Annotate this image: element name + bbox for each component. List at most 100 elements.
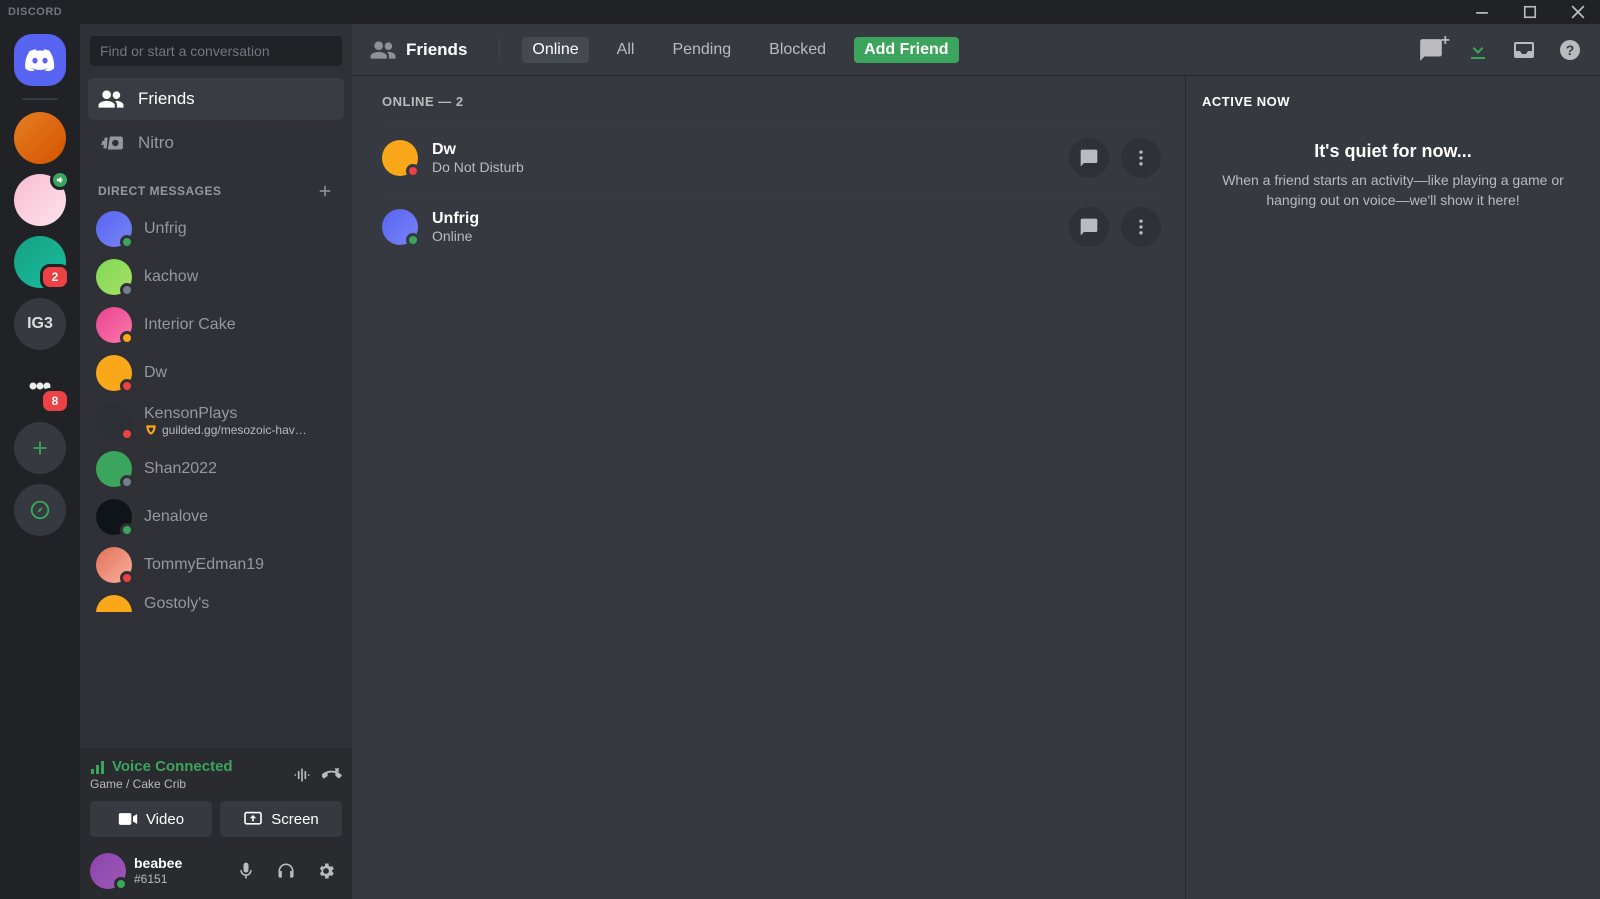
- nitro-nav-label: Nitro: [138, 133, 174, 153]
- message-icon: [1079, 148, 1099, 168]
- dm-sidebar: Friends Nitro DIRECT MESSAGES Unfrig kach…: [80, 24, 352, 899]
- dm-item[interactable]: Dw: [88, 350, 344, 396]
- dm-name: Shan2022: [144, 460, 217, 478]
- download-icon: [1466, 38, 1490, 62]
- friend-name: Dw: [432, 141, 524, 159]
- window-minimize-button[interactable]: [1468, 5, 1496, 19]
- dm-name: TommyEdman19: [144, 556, 264, 574]
- more-icon: [1131, 217, 1151, 237]
- dm-item[interactable]: Interior Cake: [88, 302, 344, 348]
- dm-avatar: [96, 211, 132, 247]
- create-dm-button[interactable]: [316, 182, 334, 200]
- help-button[interactable]: ?: [1558, 38, 1582, 62]
- dm-avatar: [96, 499, 132, 535]
- new-group-dm-button[interactable]: +: [1418, 37, 1444, 63]
- status-icon: [120, 523, 134, 537]
- video-button[interactable]: Video: [90, 801, 212, 837]
- downloads-button[interactable]: [1466, 38, 1490, 62]
- dm-name: Interior Cake: [144, 316, 236, 334]
- server-item[interactable]: 8: [14, 360, 66, 412]
- guilded-icon: [144, 423, 158, 437]
- screen-icon: [243, 811, 263, 827]
- active-now-subtitle: When a friend starts an activity—like pl…: [1202, 170, 1584, 211]
- voice-channel-label[interactable]: Game / Cake Crib: [90, 777, 233, 791]
- status-icon: [120, 331, 134, 345]
- deafen-button[interactable]: [270, 855, 302, 887]
- dm-avatar: [96, 595, 132, 612]
- more-icon: [1131, 148, 1151, 168]
- dm-header: DIRECT MESSAGES: [88, 166, 344, 206]
- server-badge: 2: [40, 264, 70, 290]
- dm-name: Dw: [144, 364, 167, 382]
- nitro-nav[interactable]: Nitro: [88, 122, 344, 164]
- soundwave-icon: [292, 765, 312, 785]
- search-input[interactable]: [90, 36, 342, 66]
- friend-row[interactable]: UnfrigOnline: [382, 192, 1161, 261]
- message-button[interactable]: [1069, 138, 1109, 178]
- dm-avatar: [96, 403, 132, 439]
- server-item[interactable]: [14, 112, 66, 164]
- disconnect-button[interactable]: [322, 765, 342, 785]
- signal-icon: [90, 759, 106, 775]
- voice-connected-label: Voice Connected: [112, 758, 233, 775]
- more-button[interactable]: [1121, 138, 1161, 178]
- status-icon: [120, 235, 134, 249]
- tab-pending[interactable]: Pending: [662, 37, 741, 63]
- dm-item[interactable]: Jenalove: [88, 494, 344, 540]
- server-item[interactable]: 2: [14, 236, 66, 288]
- status-icon: [120, 571, 134, 585]
- noise-suppression-button[interactable]: [292, 765, 312, 785]
- tab-add-friend[interactable]: Add Friend: [854, 37, 958, 63]
- tab-online[interactable]: Online: [522, 37, 588, 63]
- user-info[interactable]: beabee #6151: [134, 855, 182, 886]
- gear-icon: [316, 861, 336, 881]
- friends-nav[interactable]: Friends: [88, 78, 344, 120]
- window-close-button[interactable]: [1564, 5, 1592, 19]
- explore-servers-button[interactable]: [14, 484, 66, 536]
- page-title: Friends: [406, 40, 467, 60]
- dm-item[interactable]: KensonPlaysguilded.gg/mesozoic-hav…: [88, 398, 344, 444]
- help-icon: ?: [1558, 38, 1582, 62]
- settings-button[interactable]: [310, 855, 342, 887]
- screen-share-button[interactable]: Screen: [220, 801, 342, 837]
- tab-blocked[interactable]: Blocked: [759, 37, 836, 63]
- add-server-button[interactable]: [14, 422, 66, 474]
- voice-panel: Voice Connected Game / Cake Crib Video S…: [80, 748, 352, 843]
- window-maximize-button[interactable]: [1516, 5, 1544, 19]
- status-icon: [120, 427, 134, 441]
- voice-connected-status[interactable]: Voice Connected: [90, 758, 233, 775]
- dm-avatar: [96, 307, 132, 343]
- active-now-header: ACTIVE NOW: [1202, 94, 1584, 109]
- more-button[interactable]: [1121, 207, 1161, 247]
- dm-avatar: [96, 547, 132, 583]
- user-avatar[interactable]: [90, 853, 126, 889]
- dm-item[interactable]: kachow: [88, 254, 344, 300]
- sidebar-scroll[interactable]: Friends Nitro DIRECT MESSAGES Unfrig kach…: [80, 78, 352, 748]
- svg-text:?: ?: [1566, 42, 1575, 58]
- dm-item[interactable]: Shan2022: [88, 446, 344, 492]
- tab-all[interactable]: All: [607, 37, 645, 63]
- server-item[interactable]: IG3: [14, 298, 66, 350]
- dm-avatar: [96, 259, 132, 295]
- server-rail: 2 IG3 8: [0, 24, 80, 899]
- inbox-button[interactable]: [1512, 38, 1536, 62]
- message-button[interactable]: [1069, 207, 1109, 247]
- dm-subtext: guilded.gg/mesozoic-hav…: [144, 423, 307, 437]
- dm-item[interactable]: TommyEdman19: [88, 542, 344, 588]
- dm-header-label: DIRECT MESSAGES: [98, 184, 222, 198]
- friends-list[interactable]: ONLINE — 2 DwDo Not DisturbUnfrigOnline: [352, 76, 1185, 899]
- home-button[interactable]: [14, 34, 66, 86]
- friend-status-text: Online: [432, 228, 479, 244]
- nitro-icon: [98, 130, 124, 156]
- list-header: ONLINE — 2: [382, 94, 1161, 109]
- dm-name: kachow: [144, 268, 198, 286]
- dm-item[interactable]: Gostoly's: [88, 590, 344, 612]
- user-name: beabee: [134, 855, 182, 872]
- friend-row[interactable]: DwDo Not Disturb: [382, 123, 1161, 192]
- dm-avatar: [96, 451, 132, 487]
- dm-name: Unfrig: [144, 220, 187, 238]
- dm-item[interactable]: Unfrig: [88, 206, 344, 252]
- mute-button[interactable]: [230, 855, 262, 887]
- server-item[interactable]: [14, 174, 66, 226]
- main-content: Friends Online All Pending Blocked Add F…: [352, 24, 1600, 899]
